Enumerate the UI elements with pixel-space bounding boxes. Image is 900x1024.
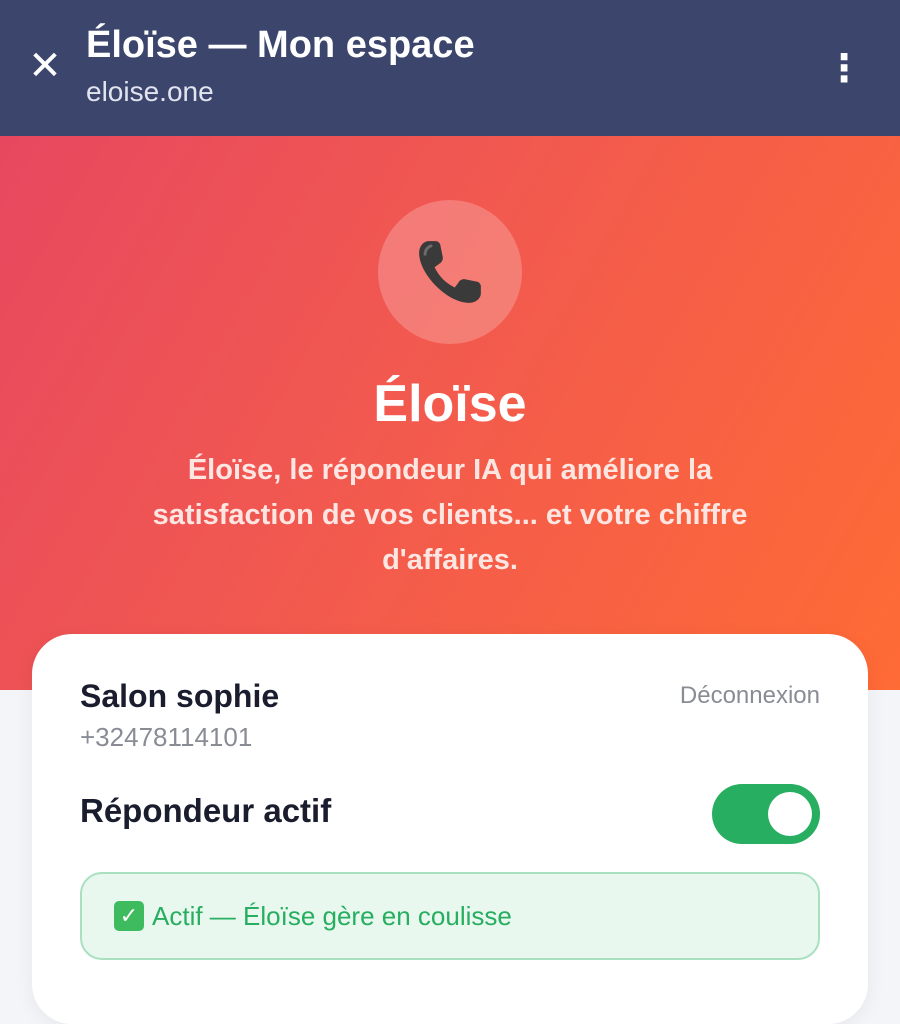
toggle-knob: [768, 792, 812, 836]
app-header: ✕ Éloïse — Mon espace eloise.one ⋮: [0, 0, 900, 136]
brand-tagline: Éloïse, le répondeur IA qui améliore la …: [152, 454, 748, 576]
page-title: Éloïse — Mon espace: [86, 24, 475, 66]
telephone-icon-badge: [378, 200, 522, 344]
account-name: Salon sophie: [80, 678, 280, 714]
check-mark-icon: ✓: [114, 901, 144, 931]
status-text: Actif — Éloïse gère en coulisse: [152, 900, 512, 931]
responder-toggle-label: Répondeur actif: [80, 792, 332, 829]
account-card: Salon sophie +32478114101 Déconnexion Ré…: [32, 634, 868, 1024]
telephone-icon: [419, 241, 481, 303]
brand-name: Éloïse: [373, 375, 527, 433]
responder-toggle[interactable]: [712, 784, 820, 844]
more-vertical-icon[interactable]: ⋮: [822, 46, 866, 90]
close-icon[interactable]: ✕: [26, 46, 64, 86]
site-url: eloise.one: [86, 76, 214, 107]
status-banner: ✓ Actif — Éloïse gère en coulisse: [80, 872, 820, 960]
account-phone: +32478114101: [80, 722, 253, 752]
hero-banner: Éloïse Éloïse, le répondeur IA qui améli…: [0, 136, 900, 690]
logout-button[interactable]: Déconnexion: [680, 682, 820, 710]
